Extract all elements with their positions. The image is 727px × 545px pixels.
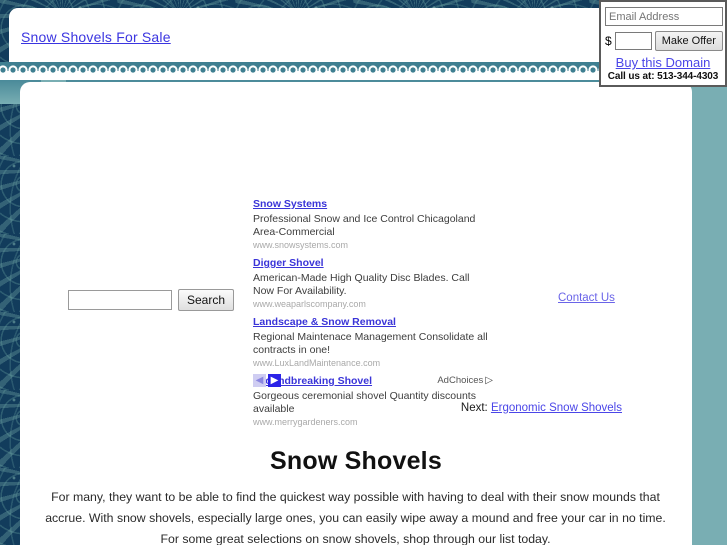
search-input[interactable]: [68, 290, 172, 310]
site-title-link[interactable]: Snow Shovels For Sale: [21, 29, 171, 45]
offer-row: $ Make Offer: [605, 31, 723, 51]
email-input[interactable]: [605, 7, 723, 26]
ad-description: American-Made High Quality Disc Blades. …: [253, 272, 470, 297]
body-paragraph: For many, they want to be able to find t…: [45, 490, 666, 545]
call-us-text: Call us at: 513-344-4303: [607, 71, 719, 82]
ad-description: Gorgeous ceremonial shovel Quantity disc…: [253, 390, 476, 415]
ad-title-link[interactable]: Snow Systems: [253, 197, 327, 211]
ad-url: www.LuxLandMaintenance.com: [253, 358, 381, 368]
next-page-link[interactable]: Ergonomic Snow Shovels: [491, 402, 622, 414]
ad-description: Professional Snow and Ice Control Chicag…: [253, 213, 476, 238]
chevron-left-icon[interactable]: ◀: [253, 374, 266, 387]
ad-url: www.weaparlscompany.com: [253, 299, 366, 309]
adchoices-label: AdChoices: [437, 375, 484, 386]
offer-price-input[interactable]: [614, 32, 652, 50]
header-bar: Snow Shovels For Sale: [9, 8, 700, 62]
ad-title-link[interactable]: Landscape & Snow Removal: [253, 315, 396, 329]
chevron-right-icon[interactable]: ▶: [268, 374, 281, 387]
buy-domain-link[interactable]: Buy this Domain: [605, 55, 721, 70]
page-root: Snow Shovels For Sale Search Contact Us …: [0, 0, 727, 545]
dollar-sign-label: $: [605, 34, 612, 48]
search-button[interactable]: Search: [178, 289, 235, 311]
ad-url: www.merrygardeners.com: [253, 417, 358, 427]
domain-purchase-box: $ Make Offer Buy this Domain Call us at:…: [599, 0, 727, 87]
ad-footer: ◀ ▶ AdChoices ▷: [253, 374, 493, 387]
ad-item: Landscape & Snow Removal Regional Mainte…: [253, 312, 493, 369]
search-row: Search: [68, 289, 235, 311]
ad-url: www.snowsystems.com: [253, 240, 349, 250]
make-offer-button[interactable]: Make Offer: [654, 31, 723, 51]
ad-item: Snow Systems Professional Snow and Ice C…: [253, 194, 493, 251]
adchoices-control[interactable]: AdChoices ▷: [437, 375, 493, 386]
contact-us-link[interactable]: Contact Us: [558, 292, 615, 304]
content-panel: Search Contact Us Snow Systems Professio…: [20, 82, 692, 545]
next-navigation: Next: Ergonomic Snow Shovels: [461, 402, 622, 414]
ad-pagination: ◀ ▶: [253, 374, 281, 387]
ad-block: Snow Systems Professional Snow and Ice C…: [253, 194, 493, 430]
ad-title-link[interactable]: Digger Shovel: [253, 256, 324, 270]
adchoices-icon: ▷: [485, 375, 493, 386]
ad-description: Regional Maintenace Management Consolida…: [253, 331, 488, 356]
next-prefix-label: Next:: [460, 402, 488, 414]
ad-item: Digger Shovel American-Made High Quality…: [253, 253, 493, 310]
page-title: Snow Shovels: [270, 446, 442, 475]
